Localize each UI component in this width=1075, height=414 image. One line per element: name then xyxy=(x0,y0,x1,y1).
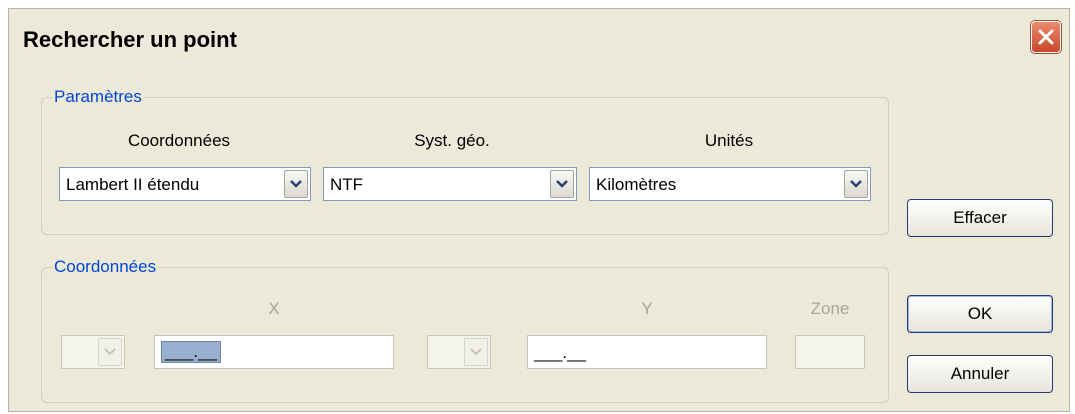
syst-geo-select-value: NTF xyxy=(330,175,364,194)
x-sign-dropdown-button[interactable] xyxy=(98,338,122,366)
close-button[interactable] xyxy=(1031,21,1061,53)
zone-header: Zone xyxy=(810,299,850,318)
dialog-window: Rechercher un point Paramètres Coordonné… xyxy=(8,8,1070,412)
coordonnees-dropdown-button[interactable] xyxy=(284,170,308,198)
chevron-down-icon xyxy=(556,180,568,188)
unites-select-value: Kilomètres xyxy=(596,175,677,194)
dialog-title: Rechercher un point xyxy=(23,27,237,52)
coordonnees-select-value: Lambert II étendu xyxy=(66,175,200,194)
unites-header: Unités xyxy=(704,131,754,150)
chevron-down-icon xyxy=(104,348,116,356)
syst-geo-header: Syst. géo. xyxy=(414,131,490,150)
annuler-button[interactable]: Annuler xyxy=(907,355,1053,393)
unites-select[interactable]: Kilomètres xyxy=(589,167,871,201)
x-input-value: ___.__ xyxy=(161,341,221,363)
zone-input[interactable] xyxy=(795,335,865,369)
coordonnees-select[interactable]: Lambert II étendu xyxy=(59,167,311,201)
syst-geo-select[interactable]: NTF xyxy=(323,167,577,201)
coordonnees-group: Coordonnées xyxy=(41,257,889,403)
chevron-down-icon xyxy=(850,180,862,188)
parametres-group: Paramètres xyxy=(41,87,889,235)
unites-dropdown-button[interactable] xyxy=(844,170,868,198)
parametres-legend: Paramètres xyxy=(54,87,142,106)
chevron-down-icon xyxy=(290,180,302,188)
y-input-value: ___.__ xyxy=(534,343,586,362)
chevron-down-icon xyxy=(470,348,482,356)
coordonnees-header: Coordonnées xyxy=(127,131,231,150)
effacer-button[interactable]: Effacer xyxy=(907,199,1053,237)
y-sign-dropdown-button[interactable] xyxy=(464,338,488,366)
coordonnees-legend: Coordonnées xyxy=(54,257,157,276)
y-input[interactable]: ___.__ xyxy=(527,335,767,369)
x-header: X xyxy=(268,299,280,318)
ok-button[interactable]: OK xyxy=(907,295,1053,333)
y-sign-select[interactable] xyxy=(427,335,491,369)
syst-geo-dropdown-button[interactable] xyxy=(550,170,574,198)
x-sign-select[interactable] xyxy=(61,335,125,369)
close-icon xyxy=(1038,29,1054,45)
y-header: Y xyxy=(641,299,653,318)
title-bar: Rechercher un point xyxy=(9,9,1069,63)
x-input[interactable]: ___.__ xyxy=(154,335,394,369)
